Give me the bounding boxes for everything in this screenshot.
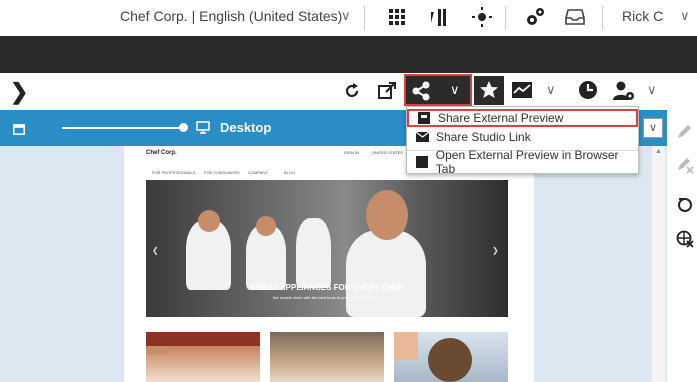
site-nav-item[interactable]: FOR CONSUMERS	[204, 170, 240, 175]
target-icon[interactable]	[472, 7, 492, 32]
inbox-icon[interactable]	[565, 8, 585, 31]
chevron-down-icon[interactable]: ∨	[647, 82, 657, 98]
clock-icon[interactable]	[578, 80, 598, 105]
hero-figure	[198, 210, 220, 232]
top-bar: Chef Corp. | English (United States) ∨ R…	[0, 0, 697, 36]
right-tool-panel	[667, 110, 697, 382]
menu-item-share-studio-link[interactable]: Share Studio Link	[407, 128, 638, 146]
edit-remove-icon[interactable]	[676, 156, 694, 179]
external-preview-icon	[417, 112, 431, 124]
envelope-icon	[415, 132, 429, 142]
card-figure	[270, 332, 296, 360]
square-icon	[415, 156, 429, 168]
gears-icon[interactable]	[524, 6, 546, 33]
site-brand[interactable]: Chef Corp.	[146, 150, 177, 156]
chevron-down-icon[interactable]: ∨	[341, 8, 351, 24]
zoom-slider-handle[interactable]	[179, 123, 188, 132]
carousel-prev-icon[interactable]: ❮	[152, 246, 159, 255]
menu-item-share-external-preview[interactable]: Share External Preview	[407, 109, 638, 127]
card-figure	[394, 332, 418, 360]
refresh-globe-icon[interactable]	[676, 195, 694, 218]
hero-figure	[296, 218, 331, 288]
user-menu[interactable]: Rick C	[622, 8, 663, 24]
hero-title: GREAT APPLIANCES FOR EVERY CHEF	[250, 283, 404, 292]
expand-panel-icon[interactable]: ❯	[10, 79, 28, 105]
divider	[364, 6, 365, 30]
chart-icon[interactable]	[511, 81, 533, 104]
site-nav-item[interactable]: BLOG	[284, 170, 295, 175]
menu-item-label: Open External Preview in Browser Tab	[435, 148, 619, 176]
hero-subtitle: We enable chefs with the best tools to p…	[272, 295, 382, 300]
site-locale-link[interactable]: UNITED STATES	[372, 150, 403, 155]
user-settings-icon[interactable]	[613, 80, 635, 107]
open-external-icon[interactable]	[377, 81, 397, 106]
site-hero-banner: ❮ ❯ GREAT APPLIANCES FOR EVERY CHEF We e…	[146, 180, 508, 317]
library-icon[interactable]	[427, 8, 449, 31]
zoom-slider-track[interactable]	[62, 127, 182, 129]
panel-toggle-icon[interactable]	[13, 122, 25, 140]
divider	[505, 6, 506, 30]
refresh-icon[interactable]	[343, 82, 361, 105]
site-card-image[interactable]	[270, 332, 384, 382]
chevron-down-icon[interactable]: ∨	[643, 118, 663, 138]
hero-figure	[366, 190, 408, 240]
site-card-image[interactable]	[394, 332, 508, 382]
chevron-down-icon[interactable]: ∨	[680, 8, 690, 24]
scroll-up-icon[interactable]: ▲	[655, 148, 662, 155]
menu-item-label: Share Studio Link	[436, 130, 531, 144]
share-button[interactable]: ∨	[404, 74, 472, 106]
preview-scrollbar[interactable]: ▲	[652, 146, 665, 382]
monitor-icon	[196, 121, 210, 139]
site-signin-link[interactable]: SIGN IN	[344, 150, 359, 155]
favorite-button[interactable]	[474, 76, 504, 105]
grid-icon[interactable]	[389, 9, 405, 30]
share-dropdown-menu: Share External Preview Share Studio Link…	[406, 106, 639, 176]
card-figure	[428, 338, 472, 382]
divider	[602, 6, 603, 30]
menu-item-label: Share External Preview	[438, 111, 564, 125]
chevron-down-icon[interactable]: ∨	[450, 82, 460, 98]
site-nav-item[interactable]: FOR PROFESSIONALS	[152, 170, 195, 175]
device-label[interactable]: Desktop	[220, 120, 271, 135]
edit-disabled-icon[interactable]	[676, 122, 694, 145]
site-card-image[interactable]	[146, 332, 260, 382]
card-figure	[146, 332, 260, 346]
preview-toolbar: ❯ ∨ ∨ ∨	[0, 73, 697, 108]
context-selector[interactable]: Chef Corp. | English (United States)	[120, 8, 342, 24]
star-icon	[479, 80, 499, 105]
app-header-band	[0, 36, 697, 73]
carousel-next-icon[interactable]: ❯	[492, 246, 499, 255]
menu-item-open-external-preview[interactable]: Open External Preview in Browser Tab	[407, 148, 638, 176]
hero-figure	[256, 216, 276, 236]
chevron-down-icon[interactable]: ∨	[546, 82, 556, 98]
site-nav-item[interactable]: COMPANY	[248, 170, 268, 175]
hero-figure	[346, 230, 426, 317]
globe-remove-icon[interactable]	[676, 230, 694, 253]
share-icon	[411, 81, 431, 106]
